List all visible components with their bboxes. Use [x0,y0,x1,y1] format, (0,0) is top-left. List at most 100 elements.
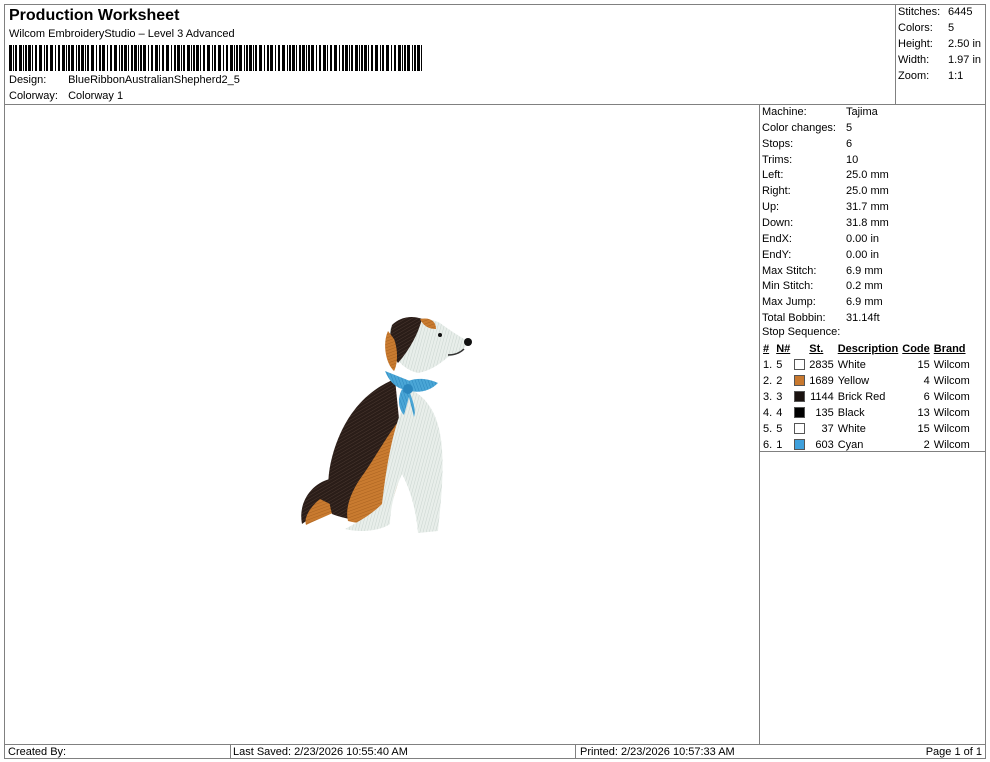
worksheet-footer: Created By: Last Saved: 2/23/2026 10:55:… [4,744,986,759]
barcode-bar [207,45,210,71]
design-name: BlueRibbonAustralianShepherd2_5 [68,74,240,86]
barcode-bar [351,45,353,71]
barcode-bar [55,45,56,71]
barcode-bar [121,45,123,71]
colorway-name: Colorway 1 [68,90,124,102]
barcode-bar [155,45,158,71]
barcode-bar [114,45,117,71]
info-label: Total Bobbin: [762,312,826,325]
barcode-bar [342,45,344,71]
barcode-bar [119,45,120,71]
barcode-bar [138,45,139,71]
barcode-bar [282,45,285,71]
barcode-bar [296,45,297,71]
color-description: Black [837,407,865,419]
barcode-bar [355,45,358,71]
barcode-bar [19,45,22,71]
stitch-count: 37 [821,423,834,435]
worksheet-title: Production Worksheet [9,7,180,24]
barcode-bar [244,45,245,71]
barcode-bar [306,45,307,71]
stat-width: Width: 1.97 in [898,54,982,66]
barcode-bar [143,45,146,71]
colorway-label: Colorway: [9,90,58,102]
col-swatch [792,341,807,357]
stat-stitches: Stitches: 6445 [898,6,973,18]
barcode-bar [316,45,317,71]
barcode-bar [66,45,67,71]
col-number: # [763,343,770,355]
barcode-bar [345,45,348,71]
machine-info-row: EndY: 0.00 in [762,249,879,261]
barcode-bar [23,45,24,71]
stitch-count: 2835 [809,359,834,371]
worksheet-header: Production Worksheet Wilcom EmbroiderySt… [4,4,896,105]
thread-color-swatch [794,390,806,402]
barcode-bar [236,45,238,71]
info-label: Max Jump: [762,296,816,309]
barcode-bar [134,45,137,71]
machine-info-row: Stops: 6 [762,138,852,150]
barcode-bar [62,45,65,71]
info-value: 25.0 mm [846,185,889,198]
barcode-bar [264,45,265,71]
col-code: Code [902,343,930,355]
color-swatch [792,373,807,389]
barcode-bar [361,45,363,71]
barcode-bar [386,45,389,71]
info-value: 0.2 mm [846,280,883,293]
barcode-bar [128,45,129,71]
barcode-bar [181,45,182,71]
barcode-bar [289,45,291,71]
row-number: 2. [763,375,773,387]
barcode-bar [191,45,192,71]
stat-height: Height: 2.50 in [898,38,982,50]
machine-info-row: Trims: 10 [762,154,858,166]
machine-info-row: Machine: Tajima [762,106,878,118]
barcode-bar [140,45,142,71]
barcode-bar [200,45,201,71]
thread-brand: Wilcom [933,407,970,419]
barcode-bar [287,45,288,71]
colorway-row: Colorway: Colorway 1 [9,90,123,102]
color-code: 6 [923,391,930,403]
barcode-bar [255,45,257,71]
barcode-bar [364,45,367,71]
barcode-bar [35,45,37,71]
color-code: 4 [923,375,930,387]
barcode-bar [407,45,410,71]
info-label: Trims: [762,153,793,166]
info-value: 6.9 mm [846,296,883,309]
info-value: 31.14ft [846,312,880,325]
barcode-bar [13,45,14,71]
barcode-bar [166,45,169,71]
machine-info-row: EndX: 0.00 in [762,233,879,245]
barcode-bar [102,45,105,71]
stop-sequence-row: 5. 5 37 White 15 Wilcom [761,421,972,437]
machine-info-row: Color changes: 5 [762,122,852,134]
thread-brand: Wilcom [933,391,970,403]
barcode-bar [148,45,149,71]
stop-sequence-label: Stop Sequence: [762,326,841,338]
design-label: Design: [9,74,47,86]
barcode-bar [44,45,45,71]
barcode-bar [78,45,80,71]
barcode-bar [223,45,224,71]
color-code: 15 [917,359,930,371]
barcode-bar [412,45,413,71]
barcode-bar [39,45,42,71]
row-number: 4. [763,407,773,419]
barcode-bar [375,45,378,71]
footer-divider [575,745,576,758]
machine-info-row: Up: 31.7 mm [762,201,889,213]
barcode-bar [349,45,350,71]
printed-date: Printed: 2/23/2026 10:57:33 AM [580,746,735,758]
barcode-bar [278,45,280,71]
row-number: 5. [763,423,773,435]
stop-sequence-header: # N# St. Description Code Brand [761,341,972,357]
color-swatch [792,389,807,405]
barcode-bar [71,45,74,71]
col-needle: N# [776,343,791,355]
machine-info-row: Max Stitch: 6.9 mm [762,265,883,277]
barcode-bar [249,45,252,71]
